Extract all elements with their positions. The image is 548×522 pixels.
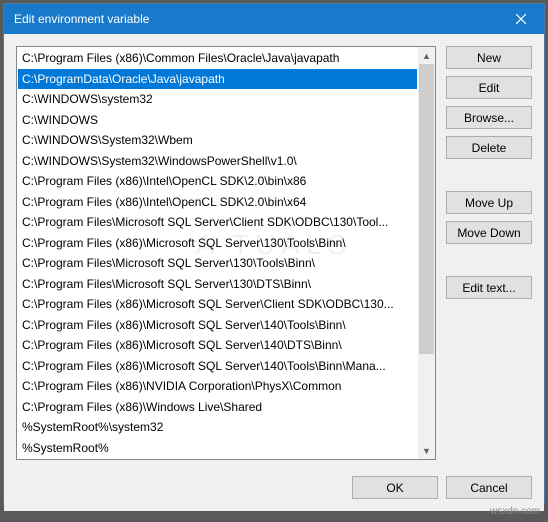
path-list-item[interactable]: C:\Program Files (x86)\NVIDIA Corporatio… <box>18 376 417 397</box>
path-list-item[interactable]: C:\WINDOWS <box>18 110 417 131</box>
button-sidebar: New Edit Browse... Delete Move Up Move D… <box>446 46 532 460</box>
path-list-item[interactable]: C:\WINDOWS\system32 <box>18 89 417 110</box>
path-list-item[interactable]: C:\WINDOWS\System32\WindowsPowerShell\v1… <box>18 151 417 172</box>
browse-button[interactable]: Browse... <box>446 106 532 129</box>
titlebar: Edit environment variable <box>4 4 544 34</box>
close-icon <box>516 14 526 24</box>
close-button[interactable] <box>498 4 544 34</box>
scroll-up-button[interactable]: ▲ <box>418 47 435 64</box>
path-list-item[interactable]: C:\Program Files (x86)\Common Files\Orac… <box>18 48 417 69</box>
path-list-item[interactable]: C:\Program Files\Microsoft SQL Server\Cl… <box>18 212 417 233</box>
path-list-item[interactable]: C:\Program Files (x86)\Intel\OpenCL SDK\… <box>18 192 417 213</box>
delete-button[interactable]: Delete <box>446 136 532 159</box>
path-list-container: C:\Program Files (x86)\Common Files\Orac… <box>16 46 436 460</box>
attribution-text: wsxdn.com <box>490 506 540 517</box>
move-up-button[interactable]: Move Up <box>446 191 532 214</box>
scrollbar[interactable]: ▲ ▼ <box>418 47 435 459</box>
window-title: Edit environment variable <box>14 12 149 26</box>
path-list-item[interactable]: C:\Program Files (x86)\Windows Live\Shar… <box>18 397 417 418</box>
path-list-item[interactable]: C:\Program Files\Microsoft SQL Server\13… <box>18 253 417 274</box>
path-list[interactable]: C:\Program Files (x86)\Common Files\Orac… <box>17 47 418 459</box>
path-list-item[interactable]: %SystemRoot%\system32 <box>18 417 417 438</box>
path-list-item[interactable]: C:\Program Files (x86)\Microsoft SQL Ser… <box>18 233 417 254</box>
move-down-button[interactable]: Move Down <box>446 221 532 244</box>
path-list-item[interactable]: C:\Program Files (x86)\Microsoft SQL Ser… <box>18 315 417 336</box>
dialog-body: C:\Program Files (x86)\Common Files\Orac… <box>4 34 544 511</box>
new-button[interactable]: New <box>446 46 532 69</box>
edit-text-button[interactable]: Edit text... <box>446 276 532 299</box>
dialog-window: Edit environment variable C:\Program Fil… <box>3 3 545 503</box>
path-list-item[interactable]: C:\WINDOWS\System32\Wbem <box>18 130 417 151</box>
main-area: C:\Program Files (x86)\Common Files\Orac… <box>16 46 532 460</box>
scroll-thumb[interactable] <box>419 64 434 354</box>
scroll-down-button[interactable]: ▼ <box>418 442 435 459</box>
path-list-item[interactable]: %SystemRoot% <box>18 438 417 459</box>
path-list-item[interactable]: C:\Program Files (x86)\Intel\OpenCL SDK\… <box>18 171 417 192</box>
path-list-item[interactable]: C:\ProgramData\Oracle\Java\javapath <box>18 69 417 90</box>
footer: OK Cancel <box>16 460 532 499</box>
path-list-item[interactable]: C:\Program Files (x86)\Microsoft SQL Ser… <box>18 294 417 315</box>
ok-button[interactable]: OK <box>352 476 438 499</box>
path-list-item[interactable]: C:\Program Files (x86)\Microsoft SQL Ser… <box>18 356 417 377</box>
cancel-button[interactable]: Cancel <box>446 476 532 499</box>
edit-button[interactable]: Edit <box>446 76 532 99</box>
path-list-item[interactable]: C:\Program Files (x86)\Microsoft SQL Ser… <box>18 335 417 356</box>
path-list-item[interactable]: C:\Program Files\Microsoft SQL Server\13… <box>18 274 417 295</box>
